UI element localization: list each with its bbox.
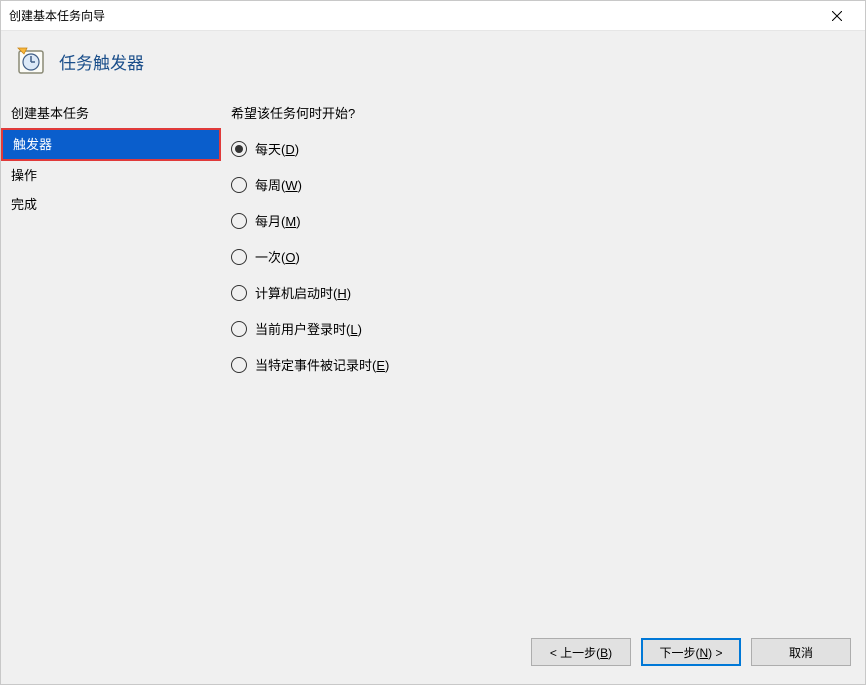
cancel-label: 取消 [789, 646, 813, 660]
radio-label: 当特定事件被记录时(E) [255, 355, 389, 374]
radio-label: 当前用户登录时(L) [255, 319, 362, 338]
radio-label: 计算机启动时(H) [255, 283, 351, 302]
radio-indicator [231, 141, 247, 157]
radio-option-0[interactable]: 每天(D) [231, 139, 845, 158]
radio-option-1[interactable]: 每周(W) [231, 175, 845, 194]
page-heading: 任务触发器 [59, 49, 144, 74]
next-suffix: ) > [708, 646, 722, 660]
wizard-content: 希望该任务何时开始? 每天(D) 每周(W) 每月(M) 一次(O) 计算机启动时(H)… [221, 99, 865, 628]
radio-indicator [231, 249, 247, 265]
wizard-header: 任务触发器 [1, 31, 865, 99]
wizard-sidebar: 创建基本任务触发器操作完成 [1, 99, 221, 628]
trigger-prompt: 希望该任务何时开始? [231, 103, 845, 122]
sidebar-item-0[interactable]: 创建基本任务 [1, 99, 221, 128]
next-mnemonic: N [699, 646, 708, 660]
titlebar: 创建基本任务向导 [1, 1, 865, 31]
window-title: 创建基本任务向导 [9, 7, 817, 24]
radio-label: 一次(O) [255, 247, 300, 266]
radio-indicator [231, 285, 247, 301]
next-prefix: 下一步( [659, 646, 699, 660]
radio-label: 每天(D) [255, 139, 299, 158]
radio-label: 每月(M) [255, 211, 301, 230]
sidebar-item-3[interactable]: 完成 [1, 190, 221, 219]
clock-task-icon [15, 45, 47, 77]
wizard-footer: < 上一步(B) 下一步(N) > 取消 [1, 628, 865, 684]
next-button[interactable]: 下一步(N) > [641, 638, 741, 666]
wizard-window: 创建基本任务向导 任务触发器 创建基本任务触发器操作完成 希望该任务何时开始? … [0, 0, 866, 685]
radio-label: 每周(W) [255, 175, 302, 194]
cancel-button[interactable]: 取消 [751, 638, 851, 666]
radio-option-5[interactable]: 当前用户登录时(L) [231, 319, 845, 338]
close-button[interactable] [817, 2, 857, 30]
radio-indicator [231, 357, 247, 373]
radio-option-2[interactable]: 每月(M) [231, 211, 845, 230]
trigger-radio-group: 每天(D) 每周(W) 每月(M) 一次(O) 计算机启动时(H) 当前用户登录时(L) 当… [231, 139, 845, 374]
close-icon [832, 11, 842, 21]
radio-indicator [231, 321, 247, 337]
radio-option-3[interactable]: 一次(O) [231, 247, 845, 266]
back-mnemonic: B [600, 646, 608, 660]
radio-option-4[interactable]: 计算机启动时(H) [231, 283, 845, 302]
wizard-body: 创建基本任务触发器操作完成 希望该任务何时开始? 每天(D) 每周(W) 每月(M)… [1, 99, 865, 628]
back-prefix: < 上一步( [550, 646, 600, 660]
radio-indicator [231, 213, 247, 229]
sidebar-item-2[interactable]: 操作 [1, 161, 221, 190]
radio-indicator [231, 177, 247, 193]
back-suffix: ) [608, 646, 612, 660]
back-button[interactable]: < 上一步(B) [531, 638, 631, 666]
radio-option-6[interactable]: 当特定事件被记录时(E) [231, 355, 845, 374]
sidebar-item-1[interactable]: 触发器 [1, 128, 221, 161]
